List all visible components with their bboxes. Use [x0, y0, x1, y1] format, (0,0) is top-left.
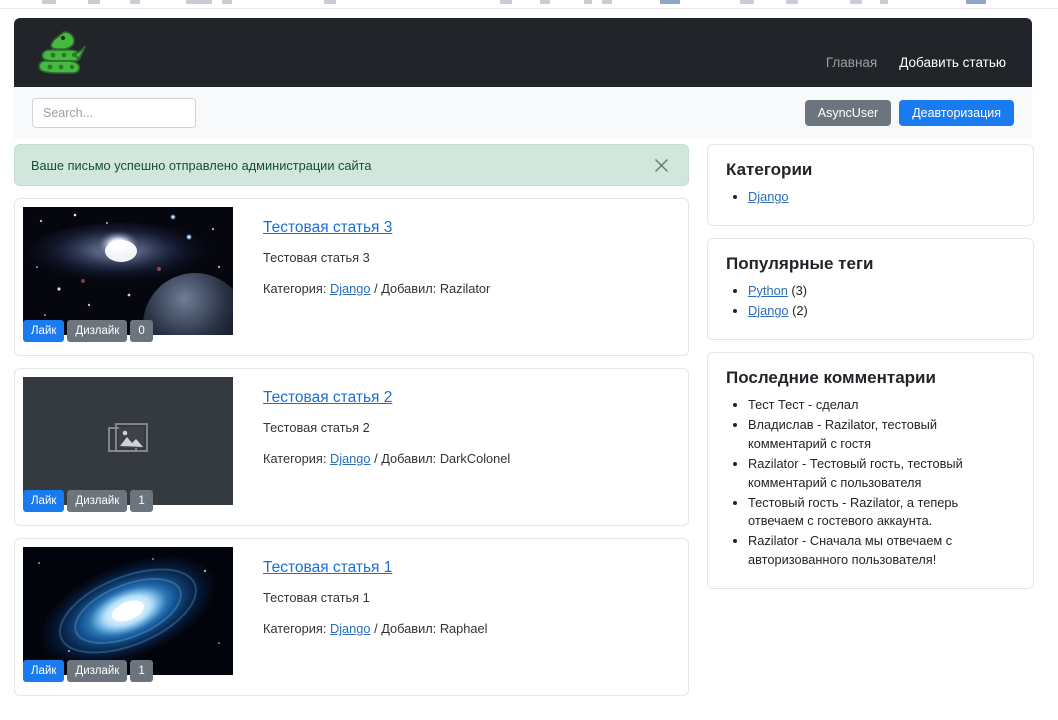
like-button[interactable]: Лайк	[23, 319, 65, 342]
meta-author: Razilator	[439, 281, 491, 296]
article-description: Тестовая статья 3	[263, 250, 370, 265]
search-input[interactable]	[32, 98, 196, 128]
meta-author: DarkColonel	[439, 451, 511, 466]
meta-category-label: Категория:	[263, 621, 327, 636]
widget-latest-comments: Последние комментарии Тест Тест - сделал…	[707, 351, 1034, 590]
article-thumbnail[interactable]	[23, 547, 233, 675]
article-title-link[interactable]: Тестовая статья 1	[263, 559, 392, 577]
close-icon[interactable]	[650, 154, 672, 176]
widget-title: Категории	[726, 160, 813, 179]
article-thumbnail[interactable]	[23, 377, 233, 505]
search-bar: AsyncUser Деавторизация	[14, 87, 1032, 139]
list-item: Python (3)	[748, 282, 1015, 301]
image-placeholder-svg	[108, 423, 148, 452]
article-card[interactable]: Тестовая статья 3 Тестовая статья 3 Кате…	[14, 198, 689, 356]
list-item: Django (2)	[748, 302, 1015, 321]
meta-separator: / Добавил:	[374, 281, 437, 296]
user-button[interactable]: AsyncUser	[804, 99, 892, 127]
widget-categories: Категории Django	[707, 144, 1034, 226]
like-button[interactable]: Лайк	[23, 489, 65, 512]
like-button[interactable]: Лайк	[23, 659, 65, 682]
sidebar: Категории Django Популярные теги Python …	[707, 144, 1034, 601]
article-meta: Категория: Django / Добавил: Razilator	[263, 281, 688, 296]
vote-bar: Лайк Дизлайк 1	[23, 489, 153, 512]
navbar-links: Главная Добавить статью	[826, 35, 1014, 70]
snake-logo-svg	[38, 30, 86, 74]
article-body: Тестовая статья 3 Тестовая статья 3 Кате…	[233, 199, 688, 355]
account-actions: AsyncUser Деавторизация	[804, 99, 1014, 127]
list-item: Razilator - Сначала мы отвечаем с автори…	[748, 532, 1015, 570]
success-alert: Ваше письмо успешно отправлено администр…	[14, 144, 689, 186]
article-meta: Категория: Django / Добавил: Raphael	[263, 621, 688, 636]
nav-link-add-article[interactable]: Добавить статью	[899, 55, 1006, 70]
list-item: Django	[748, 188, 1015, 207]
article-card[interactable]: Тестовая статья 1 Тестовая статья 1 Кате…	[14, 538, 689, 696]
tag-count: (2)	[792, 302, 808, 318]
tag-count: (3)	[791, 282, 808, 298]
article-meta: Категория: Django / Добавил: DarkColonel	[263, 451, 688, 466]
galaxy-star-photo	[23, 207, 233, 335]
dislike-button[interactable]: Дизлайк	[67, 489, 128, 512]
vote-bar: Лайк Дизлайк 0	[23, 319, 153, 342]
article-title-link[interactable]: Тестовая статья 3	[263, 219, 392, 237]
widget-popular-tags: Популярные теги Python (3) Django (2)	[707, 237, 1034, 340]
meta-separator: / Добавил:	[374, 451, 437, 466]
comments-list: Тест Тест - сделал Владислав - Razilator…	[726, 396, 1015, 570]
list-item: Тест Тест - сделал	[748, 396, 1015, 415]
article-body: Тестовая статья 1 Тестовая статья 1 Кате…	[233, 539, 688, 695]
dislike-button[interactable]: Дизлайк	[67, 659, 128, 682]
image-placeholder-icon	[23, 377, 233, 505]
vote-count: 1	[130, 659, 153, 682]
tag-link-python[interactable]: Python	[748, 283, 788, 298]
meta-category-link[interactable]: Django	[330, 621, 371, 636]
widget-title: Последние комментарии	[726, 367, 936, 387]
list-item: Тестовый гость - Razilator, а теперь отв…	[748, 494, 1015, 532]
category-link-django[interactable]: Django	[748, 189, 789, 204]
article-body: Тестовая статья 2 Тестовая статья 2 Кате…	[233, 369, 688, 525]
article-thumbnail[interactable]	[23, 207, 233, 335]
article-description: Тестовая статья 2	[263, 420, 370, 435]
browser-bookmarks-bar	[0, 0, 1058, 9]
dislike-button[interactable]: Дизлайк	[67, 319, 128, 342]
article-description: Тестовая статья 1	[263, 590, 370, 605]
tag-link-django[interactable]: Django	[748, 303, 789, 318]
navbar: Главная Добавить статью	[14, 18, 1032, 87]
list-item: Razilator - Тестовый гость, тестовый ком…	[748, 455, 1015, 493]
meta-category-link[interactable]: Django	[330, 451, 371, 466]
meta-author: Raphael	[439, 621, 488, 636]
categories-list: Django	[726, 188, 1015, 207]
nav-link-home[interactable]: Главная	[826, 55, 877, 70]
vote-count: 1	[130, 489, 153, 512]
meta-separator: / Добавил:	[374, 621, 437, 636]
widget-title: Популярные теги	[726, 253, 874, 273]
vote-count: 0	[130, 319, 153, 342]
alert-message: Ваше письмо успешно отправлено администр…	[31, 157, 372, 173]
list-item: Владислав - Razilator, тестовый коммента…	[748, 416, 1015, 454]
logout-button[interactable]: Деавторизация	[899, 99, 1014, 127]
meta-category-label: Категория:	[263, 281, 327, 296]
tags-list: Python (3) Django (2)	[726, 282, 1015, 321]
article-card[interactable]: Тестовая статья 2 Тестовая статья 2 Кате…	[14, 368, 689, 526]
snake-logo-icon[interactable]	[32, 25, 88, 81]
close-icon-svg	[654, 158, 668, 172]
vote-bar: Лайк Дизлайк 1	[23, 659, 153, 682]
article-title-link[interactable]: Тестовая статья 2	[263, 389, 392, 407]
meta-category-label: Категория:	[263, 451, 327, 466]
blue-galaxy-photo	[23, 547, 233, 675]
page-root: Главная Добавить статью AsyncUser Деавто…	[0, 9, 1058, 720]
meta-category-link[interactable]: Django	[330, 281, 371, 296]
articles-column: Ваше письмо успешно отправлено администр…	[14, 144, 689, 708]
